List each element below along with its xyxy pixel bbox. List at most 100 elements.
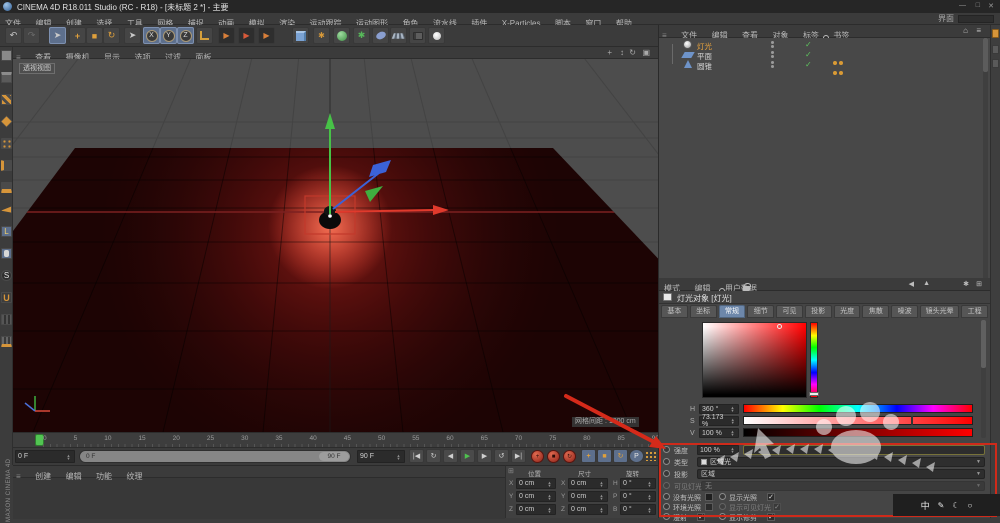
- viewport-canvas[interactable]: [13, 59, 658, 432]
- material-panel-icon[interactable]: ≡: [16, 471, 21, 483]
- frame-spinner-icon[interactable]: [395, 451, 402, 462]
- material-menu-function[interactable]: 功能: [96, 471, 112, 483]
- no-illumination-checkbox[interactable]: [705, 493, 713, 501]
- tab-coordinates[interactable]: 坐标: [690, 305, 717, 318]
- polygons-mode-icon[interactable]: [1, 182, 12, 193]
- rot-p-field[interactable]: 0 °: [620, 491, 656, 502]
- key-scale-toggle[interactable]: ■: [597, 449, 612, 463]
- saturation-field[interactable]: 73.173 %: [699, 416, 739, 426]
- coordinates-panel-icon[interactable]: ⊞: [508, 467, 514, 475]
- keyframe-circle-icon[interactable]: [663, 470, 670, 477]
- visibility-dots-icon[interactable]: [771, 60, 774, 69]
- content-browser-tab-icon[interactable]: [992, 29, 999, 38]
- viewport-orbit-icon[interactable]: ↻: [629, 48, 636, 57]
- tab-caustics[interactable]: 焦散: [862, 305, 889, 318]
- attr-scrollbar[interactable]: [981, 320, 986, 438]
- visible-light-dropdown[interactable]: 无: [701, 481, 985, 491]
- keyframe-circle-icon[interactable]: [663, 446, 670, 453]
- texture-mode-icon[interactable]: [1, 94, 12, 105]
- color-sv-picker[interactable]: [702, 322, 807, 398]
- value-field[interactable]: 100 %: [699, 428, 739, 438]
- intensity-slider[interactable]: [743, 445, 985, 455]
- render-enabled-icon[interactable]: ✓: [805, 40, 812, 49]
- magnet-snap-icon[interactable]: U: [1, 292, 12, 303]
- tab-shadow[interactable]: 投影: [805, 305, 832, 318]
- ambient-illumination-checkbox[interactable]: [705, 503, 713, 511]
- material-menu-texture[interactable]: 纹理: [126, 471, 142, 483]
- hue-slider[interactable]: [743, 404, 973, 413]
- size-y-field[interactable]: 0 cm: [568, 491, 608, 502]
- intensity-field[interactable]: 100 %: [697, 445, 739, 455]
- lock-z-axis-button[interactable]: Z: [177, 27, 194, 44]
- tab-project[interactable]: 工程: [961, 305, 988, 318]
- color-hue-strip[interactable]: [810, 322, 818, 398]
- show-visible-light-checkbox[interactable]: [773, 503, 781, 511]
- minimize-icon[interactable]: —: [959, 2, 966, 9]
- panel-tab-icon[interactable]: [992, 45, 999, 54]
- view-label[interactable]: 透视视图: [19, 63, 55, 74]
- visibility-dots-icon[interactable]: [771, 40, 774, 49]
- key-pla-toggle[interactable]: [645, 451, 656, 461]
- lock-y-axis-button[interactable]: Y: [160, 27, 177, 44]
- frame-spinner-icon[interactable]: [65, 451, 72, 462]
- viewport-solo-icon[interactable]: [1, 248, 12, 259]
- pos-z-field[interactable]: 0 cm: [516, 504, 556, 515]
- tab-visibility[interactable]: 可见: [776, 305, 803, 318]
- object-manager-body[interactable]: 灯光 ✓ 平面 ✓ 圆锥 ✓: [659, 38, 990, 278]
- next-frame-button[interactable]: ▶: [477, 449, 492, 463]
- last-used-tool[interactable]: ➤: [124, 27, 141, 44]
- go-to-end-button[interactable]: ▶|: [511, 449, 526, 463]
- ink-pen-icon[interactable]: ✎: [938, 501, 945, 510]
- enable-axis-icon[interactable]: L: [1, 226, 12, 237]
- shadow-dropdown[interactable]: 区域: [697, 469, 985, 479]
- render-enabled-icon[interactable]: ✓: [805, 50, 812, 59]
- key-parameter-toggle[interactable]: P: [629, 449, 644, 463]
- loop-button[interactable]: ↻: [426, 449, 441, 463]
- viewport-dolly-icon[interactable]: ↕: [620, 48, 624, 57]
- saturation-slider-handle[interactable]: [911, 416, 913, 425]
- add-deformer-button[interactable]: [372, 27, 389, 44]
- points-mode-icon[interactable]: [1, 138, 12, 149]
- go-to-start-button[interactable]: |◀: [409, 449, 424, 463]
- rot-h-field[interactable]: 0 °: [620, 478, 656, 489]
- rotate-tool[interactable]: ↻: [103, 27, 120, 44]
- keyframe-circle-icon[interactable]: [663, 493, 670, 500]
- material-menu-create[interactable]: 创建: [35, 471, 51, 483]
- panel-tab-icon[interactable]: [992, 59, 999, 68]
- tab-general[interactable]: 常规: [719, 305, 746, 318]
- attr-back-icon[interactable]: ◀: [909, 280, 914, 288]
- size-z-field[interactable]: 0 cm: [568, 504, 608, 515]
- texture-tag-icon[interactable]: [833, 62, 845, 80]
- tab-noise[interactable]: 噪波: [891, 305, 918, 318]
- circle-tray-icon[interactable]: ○: [968, 501, 973, 510]
- viewport-toggle-icon[interactable]: ▣: [642, 48, 650, 57]
- size-x-field[interactable]: 0 cm: [568, 478, 608, 489]
- timeline-ruler[interactable]: 0 5 10 15 20 25 30 35 40 45 50 55 60 65 …: [13, 432, 658, 447]
- tab-lens-flare[interactable]: 镜头光晕: [920, 305, 959, 318]
- add-modifier-button[interactable]: ✱: [353, 27, 370, 44]
- close-icon[interactable]: ✕: [988, 2, 994, 10]
- saturation-slider[interactable]: [743, 416, 973, 425]
- keyframe-circle-icon[interactable]: [719, 493, 726, 500]
- undo-button[interactable]: ↶: [5, 27, 22, 44]
- attr-gear-icon[interactable]: ✱: [963, 280, 969, 288]
- hue-field[interactable]: 360 °: [699, 404, 739, 414]
- add-floor-button[interactable]: [390, 27, 407, 44]
- add-primitive-button[interactable]: [292, 27, 309, 44]
- om-home-icon[interactable]: ⌂: [963, 26, 968, 35]
- crescent-icon[interactable]: ☾: [952, 501, 959, 510]
- key-rotation-toggle[interactable]: ↻: [613, 449, 628, 463]
- make-editable-icon[interactable]: [1, 50, 12, 61]
- current-frame-field[interactable]: 0 F: [15, 450, 75, 463]
- key-position-toggle[interactable]: +: [581, 449, 596, 463]
- record-keyframe-button[interactable]: +: [531, 450, 544, 463]
- show-illumination-checkbox[interactable]: [767, 493, 775, 501]
- end-frame-field[interactable]: 90 F: [357, 450, 405, 463]
- object-row-cone[interactable]: 圆锥 ✓: [659, 60, 990, 70]
- render-view-button[interactable]: ▶: [218, 27, 235, 44]
- keyframe-circle-icon[interactable]: [719, 503, 726, 510]
- show-clipping-checkbox[interactable]: [767, 513, 775, 521]
- range-end-handle[interactable]: 90 F: [319, 452, 349, 461]
- rot-b-field[interactable]: 0 °: [620, 504, 656, 515]
- live-selection-tool[interactable]: ➤: [49, 27, 66, 44]
